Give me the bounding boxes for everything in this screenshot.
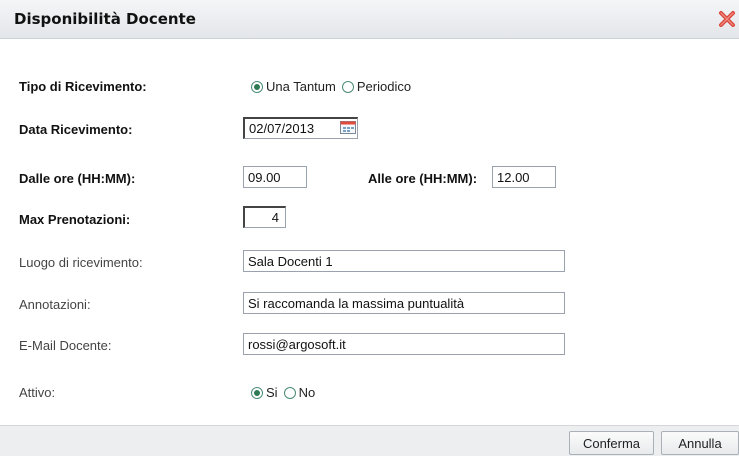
- email-docente-field[interactable]: [243, 333, 565, 355]
- title-bar: Disponibilità Docente: [0, 0, 739, 39]
- dialog-footer: Conferma Annulla: [0, 425, 739, 456]
- attivo-label: Attivo:: [19, 385, 56, 400]
- radio-si-label: Si: [266, 385, 278, 400]
- radio-checked-icon: [251, 386, 263, 399]
- radio-una-tantum[interactable]: Una Tantum: [251, 79, 336, 94]
- alle-ore-label: Alle ore (HH:MM):: [368, 171, 478, 186]
- annotazioni-label: Annotazioni:: [19, 297, 91, 312]
- annulla-button[interactable]: Annulla: [661, 431, 739, 455]
- radio-no[interactable]: No: [283, 385, 316, 400]
- dalle-ore-label: Dalle ore (HH:MM):: [19, 171, 136, 186]
- data-ricevimento-label: Data Ricevimento:: [19, 122, 133, 137]
- alle-ore-field[interactable]: [492, 166, 556, 188]
- close-icon[interactable]: [717, 9, 737, 29]
- email-docente-label: E-Mail Docente:: [19, 338, 112, 353]
- radio-periodico-label: Periodico: [356, 79, 412, 94]
- attivo-radio-group: Si No: [251, 385, 321, 400]
- conferma-button[interactable]: Conferma: [569, 431, 654, 455]
- radio-una-tantum-label: Una Tantum: [266, 79, 336, 94]
- tipo-ricevimento-radio-group: Una Tantum Periodico: [251, 79, 417, 94]
- radio-checked-icon: [251, 80, 263, 93]
- radio-unchecked-icon: [341, 80, 354, 93]
- radio-unchecked-icon: [283, 386, 296, 399]
- dialog: Disponibilità Docente Tipo di Riceviment…: [0, 0, 739, 456]
- dialog-title: Disponibilità Docente: [14, 10, 196, 28]
- luogo-ricevimento-label: Luogo di ricevimento:: [19, 255, 143, 270]
- radio-si[interactable]: Si: [251, 385, 278, 400]
- luogo-ricevimento-field[interactable]: [243, 250, 565, 272]
- radio-periodico[interactable]: Periodico: [341, 79, 412, 94]
- tipo-ricevimento-label: Tipo di Ricevimento:: [19, 79, 147, 94]
- dalle-ore-field[interactable]: [243, 166, 307, 188]
- max-prenotazioni-field[interactable]: [243, 206, 286, 228]
- max-prenotazioni-label: Max Prenotazioni:: [19, 212, 131, 227]
- annotazioni-field[interactable]: [243, 292, 565, 314]
- radio-no-label: No: [298, 385, 316, 400]
- calendar-icon[interactable]: [340, 120, 356, 134]
